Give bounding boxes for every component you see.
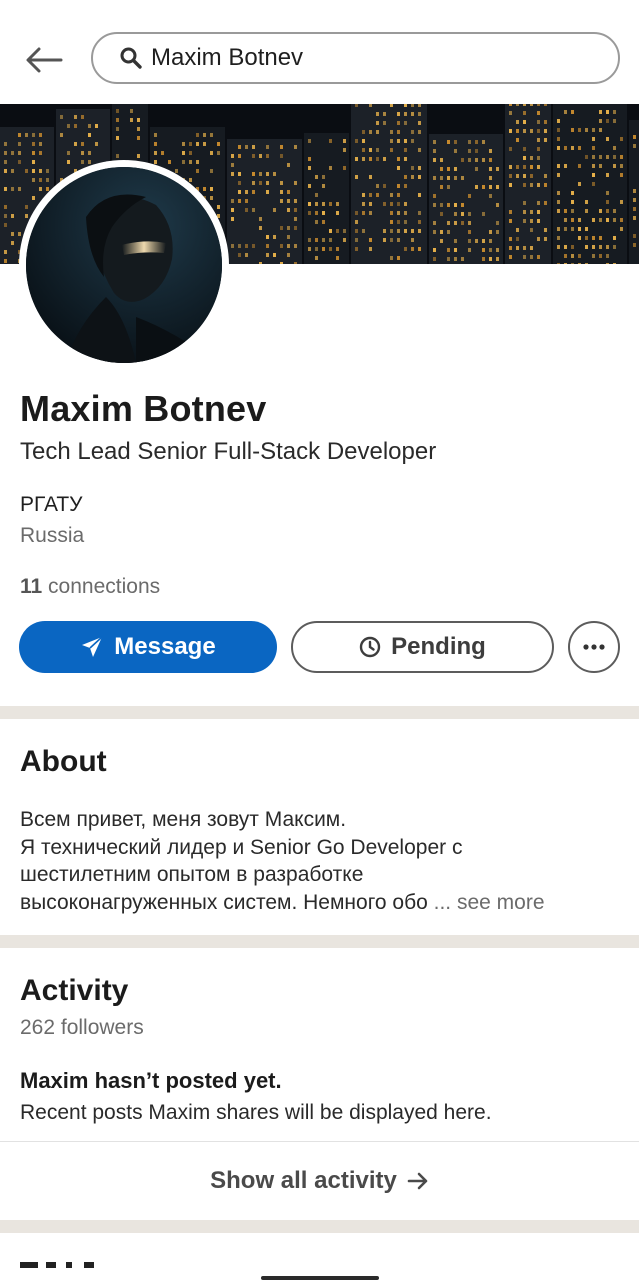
profile-name: Maxim Botnev (20, 388, 267, 429)
pending-button-label: Pending (391, 633, 486, 660)
about-text[interactable]: Всем привет, меня зовут Максим. Я технич… (20, 806, 620, 916)
profile-location: Russia (20, 524, 85, 547)
home-indicator (261, 1276, 379, 1280)
next-section-title-cutoff (20, 1262, 110, 1280)
arrow-right-icon (407, 1172, 428, 1190)
message-button-label: Message (114, 633, 216, 660)
connections-label: connections (48, 575, 161, 598)
about-line: высоконагруженных систем. Немного обо (20, 890, 428, 914)
pending-button[interactable]: Pending (291, 621, 554, 673)
section-divider (0, 935, 639, 948)
about-line: Всем привет, меня зовут Максим. (20, 808, 347, 831)
clock-icon (359, 636, 381, 658)
send-icon (82, 636, 103, 657)
followers-count: 262 followers (20, 1016, 144, 1039)
no-posts-title: Maxim hasn’t posted yet. (20, 1068, 282, 1093)
about-title: About (20, 745, 107, 778)
no-posts-subtitle: Recent posts Maxim shares will be displa… (20, 1101, 492, 1124)
top-bar: Maxim Botnev (0, 0, 639, 104)
message-button[interactable]: Message (19, 621, 277, 673)
connections-count: 11 (20, 575, 43, 598)
show-all-activity-button[interactable]: Show all activity (0, 1142, 639, 1220)
about-line: Я технический лидер и Senior Go Develope… (20, 835, 463, 859)
search-icon (120, 47, 142, 69)
ellipsis-icon (583, 644, 605, 650)
profile-school[interactable]: РГАТУ (20, 493, 83, 517)
activity-title: Activity (20, 974, 129, 1007)
connections-link[interactable]: 11 connections (20, 575, 160, 599)
arrow-left-icon (26, 47, 63, 73)
search-query: Maxim Botnev (151, 44, 304, 71)
see-more-link[interactable]: ... see more (434, 891, 545, 914)
show-all-activity-label: Show all activity (210, 1167, 397, 1194)
more-options-button[interactable] (568, 621, 620, 673)
profile-headline: Tech Lead Senior Full-Stack Developer (20, 438, 437, 465)
search-input[interactable]: Maxim Botnev (91, 32, 620, 84)
section-divider (0, 706, 639, 719)
section-divider (0, 1220, 639, 1233)
avatar[interactable] (19, 160, 229, 370)
back-button[interactable] (22, 40, 66, 80)
profile-photo (26, 167, 222, 363)
about-line: шестилетним опытом в разработке (20, 863, 364, 886)
